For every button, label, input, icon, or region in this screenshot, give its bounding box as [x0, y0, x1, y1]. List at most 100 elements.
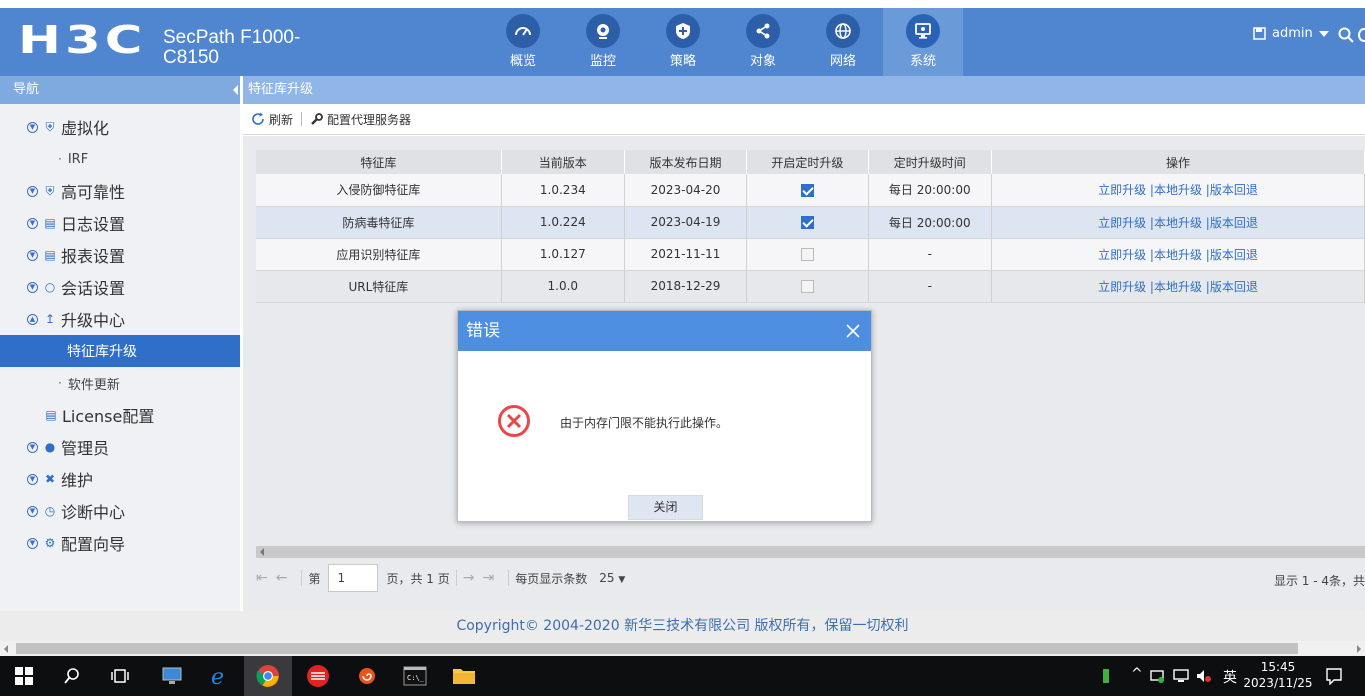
sidebar-item-license[interactable]: ▤ License配置: [0, 399, 240, 431]
cell-version: 1.0.224: [501, 206, 625, 239]
last-page-icon[interactable]: ⇥: [482, 570, 494, 586]
column-header[interactable]: 版本发布日期: [624, 150, 748, 174]
chevron-up-icon[interactable]: ^: [1131, 666, 1143, 682]
scheduled-checkbox[interactable]: [800, 280, 814, 293]
next-page-icon[interactable]: →: [463, 570, 475, 586]
expand-icon[interactable]: ▼: [27, 441, 38, 453]
column-header[interactable]: 开启定时升级: [746, 150, 869, 174]
prev-page-icon[interactable]: ←: [276, 570, 288, 586]
clock[interactable]: 15:45 2023/11/25: [1243, 659, 1313, 691]
top-nav-system[interactable]: 系统: [883, 8, 963, 76]
table-row[interactable]: 防病毒特征库 1.0.224 2023-04-19 每日 20:00:00 立即…: [256, 206, 1365, 239]
page-horizontal-scrollbar[interactable]: [0, 641, 1365, 656]
refresh-button[interactable]: 刷新: [251, 111, 293, 128]
taskbar-app-terminal[interactable]: C:\_: [391, 656, 439, 696]
local-upgrade-link[interactable]: 本地升级: [1154, 248, 1202, 262]
table-row[interactable]: URL特征库 1.0.0 2018-12-29 - 立即升级 |本地升级 |版本…: [256, 270, 1365, 303]
rollback-link[interactable]: 版本回退: [1210, 248, 1258, 262]
scheduled-checkbox[interactable]: [800, 216, 814, 229]
close-icon[interactable]: [845, 323, 861, 339]
per-page-select[interactable]: 25 ▼: [599, 571, 625, 585]
taskbar-app-snail[interactable]: [342, 656, 390, 696]
table-horizontal-scrollbar[interactable]: [256, 546, 1365, 558]
table-row[interactable]: 入侵防御特征库 1.0.234 2023-04-20 每日 20:00:00 立…: [256, 174, 1365, 207]
taskbar-app-chrome[interactable]: [244, 656, 292, 696]
rollback-link[interactable]: 版本回退: [1210, 183, 1258, 197]
expand-icon[interactable]: ▼: [27, 121, 38, 133]
upgrade-now-link[interactable]: 立即升级: [1098, 248, 1146, 262]
column-header[interactable]: 操作: [991, 150, 1365, 174]
top-nav-policy[interactable]: 策略: [643, 8, 723, 76]
sidebar-item-session[interactable]: ▼ ○ 会话设置: [0, 271, 240, 303]
close-button[interactable]: 关闭: [628, 495, 703, 520]
column-header[interactable]: 特征库: [256, 150, 502, 174]
volume-muted-icon[interactable]: [1195, 668, 1211, 684]
scroll-left-icon[interactable]: [4, 645, 8, 653]
ime-indicator[interactable]: 英: [1223, 667, 1237, 687]
upgrade-now-link[interactable]: 立即升级: [1098, 216, 1146, 230]
scrollbar-thumb[interactable]: [16, 643, 1298, 654]
expand-icon[interactable]: ▼: [27, 505, 38, 517]
computer-icon[interactable]: [1173, 668, 1189, 684]
scheduled-checkbox[interactable]: [800, 183, 814, 197]
sidebar-item-irf[interactable]: · IRF: [0, 143, 240, 175]
sidebar-item-virtualization[interactable]: ▼ ⛨ 虚拟化: [0, 111, 240, 143]
taskbar-app-explorer[interactable]: [440, 656, 488, 696]
proxy-config-button[interactable]: 配置代理服务器: [310, 111, 411, 128]
expand-icon[interactable]: ▼: [27, 281, 38, 293]
expand-icon[interactable]: ▼: [27, 473, 38, 485]
user-menu[interactable]: admin: [1253, 26, 1329, 41]
task-view-button[interactable]: [96, 656, 144, 696]
network-status-icon[interactable]: [1149, 668, 1165, 684]
sidebar-item-wizard[interactable]: ▼ ⚙ 配置向导: [0, 527, 240, 559]
table-row[interactable]: 应用识别特征库 1.0.127 2021-11-11 - 立即升级 |本地升级 …: [256, 238, 1365, 271]
column-header[interactable]: 当前版本: [501, 150, 625, 174]
expand-icon[interactable]: ▼: [27, 217, 38, 229]
sidebar-item-ha[interactable]: ▼ ⛨ 高可靠性: [0, 175, 240, 207]
battery-icon: [1103, 669, 1109, 683]
taskbar-app-remote-desktop[interactable]: [148, 656, 196, 696]
sidebar-item-signature-upgrade[interactable]: 特征库升级: [0, 335, 240, 367]
sidebar-item-log[interactable]: ▼ ▤ 日志设置: [0, 207, 240, 239]
scheduled-checkbox[interactable]: [800, 248, 814, 261]
expand-icon[interactable]: ▼: [27, 537, 38, 549]
dialog-header: 错误: [458, 311, 871, 351]
collapse-icon[interactable]: [233, 85, 238, 95]
top-nav-object[interactable]: 对象: [723, 8, 803, 76]
sidebar-item-report[interactable]: ▼ ▤ 报表设置: [0, 239, 240, 271]
sidebar-item-upgrade-center[interactable]: ▲ ↥ 升级中心: [0, 303, 240, 335]
page-number-input[interactable]: 1: [328, 564, 379, 592]
expand-icon[interactable]: ▼: [27, 249, 38, 261]
chat-icon: ○: [44, 280, 56, 294]
expand-icon[interactable]: ▼: [27, 185, 38, 197]
cell-version: 1.0.0: [501, 270, 625, 303]
local-upgrade-link[interactable]: 本地升级: [1154, 216, 1202, 230]
top-nav-overview[interactable]: 概览: [483, 8, 563, 76]
pager-divider: [301, 570, 303, 586]
taskbar-app-ie[interactable]: e: [196, 656, 244, 696]
local-upgrade-link[interactable]: 本地升级: [1154, 280, 1202, 294]
top-nav-label: 网络: [829, 54, 856, 69]
search-icon[interactable]: [1338, 27, 1354, 43]
collapse-icon[interactable]: ▲: [27, 313, 38, 325]
upgrade-now-link[interactable]: 立即升级: [1098, 280, 1146, 294]
sidebar-item-diagnostics[interactable]: ▼ ◷ 诊断中心: [0, 495, 240, 527]
column-header[interactable]: 定时升级时间: [868, 150, 992, 174]
scroll-left-icon[interactable]: [260, 548, 264, 556]
sidebar-item-maintenance[interactable]: ▼ ✖ 维护: [0, 463, 240, 495]
taskbar-app-red[interactable]: [294, 656, 342, 696]
scroll-right-icon[interactable]: [1357, 645, 1361, 653]
notification-icon[interactable]: [1325, 667, 1343, 685]
start-button[interactable]: [0, 656, 48, 696]
help-icon[interactable]: [1358, 28, 1365, 42]
top-nav-monitor[interactable]: 监控: [563, 8, 643, 76]
top-nav-network[interactable]: 网络: [803, 8, 883, 76]
search-button[interactable]: [48, 656, 96, 696]
sidebar-item-software-update[interactable]: · 软件更新: [0, 367, 240, 399]
sidebar-item-admin[interactable]: ▼ ● 管理员: [0, 431, 240, 463]
rollback-link[interactable]: 版本回退: [1210, 280, 1258, 294]
upgrade-now-link[interactable]: 立即升级: [1098, 183, 1146, 197]
first-page-icon[interactable]: ⇤: [256, 570, 268, 586]
local-upgrade-link[interactable]: 本地升级: [1154, 183, 1202, 197]
rollback-link[interactable]: 版本回退: [1210, 216, 1258, 230]
